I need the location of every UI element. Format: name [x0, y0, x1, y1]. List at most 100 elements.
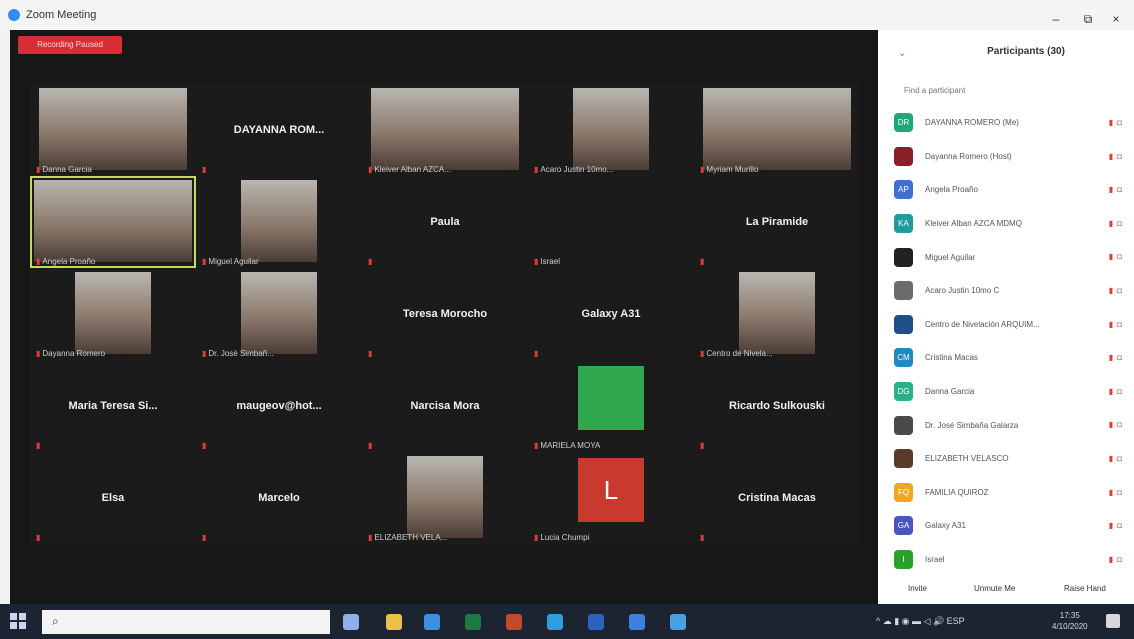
- participant-row[interactable]: Miguel Aguilar ▮ ◘: [894, 240, 1130, 274]
- invite-button[interactable]: Invite: [908, 584, 927, 593]
- start-button[interactable]: [10, 613, 28, 631]
- muted-mic-icon: ▮: [534, 165, 539, 174]
- window-title: Zoom Meeting: [26, 9, 97, 21]
- video-tile[interactable]: ▮ Kleiver Alban AZCA...: [362, 84, 528, 176]
- participant-row[interactable]: Dayanna Romero (Host) ▮ ◘: [894, 140, 1130, 174]
- participant-name: DAYANNA ROMERO (Me): [925, 118, 1019, 128]
- video-tile[interactable]: La Piramide ▮: [694, 176, 860, 268]
- video-tile[interactable]: ▮ Danna Garcia: [30, 84, 196, 176]
- taskbar-app-icon[interactable]: [670, 614, 686, 630]
- muted-mic-icon: ▮: [36, 533, 41, 542]
- taskbar-app-icon[interactable]: [465, 614, 481, 630]
- mic-status-icon: ▮: [1108, 386, 1114, 396]
- video-tile[interactable]: ▮ Dr. José Simbañ...: [196, 268, 362, 360]
- unmute-me-button[interactable]: Unmute Me: [974, 584, 1015, 593]
- taskbar-clock[interactable]: 17:35 4/10/2020: [1052, 610, 1088, 632]
- participant-name: Cristina Macas: [925, 353, 978, 363]
- close-button[interactable]: ×: [1106, 12, 1126, 26]
- video-status-icon: ◘: [1117, 118, 1122, 127]
- participant-search-input[interactable]: [904, 82, 1114, 98]
- participant-row[interactable]: Dr. José Simbaña Galarza ▮ ◘: [894, 408, 1130, 442]
- taskbar-app-icon[interactable]: [343, 614, 359, 630]
- participant-status-icons: ▮ ◘: [1109, 286, 1122, 295]
- tile-label: ▮: [202, 441, 206, 450]
- muted-mic-icon: ▮: [534, 349, 539, 358]
- participant-name-label: Centro de Nivela...: [706, 349, 773, 358]
- video-tile[interactable]: ▮ Israel: [528, 176, 694, 268]
- tile-label: ▮: [202, 165, 206, 174]
- video-tile[interactable]: ▮ Centro de Nivela...: [694, 268, 860, 360]
- participant-row[interactable]: GA Galaxy A31 ▮ ◘: [894, 509, 1130, 543]
- participant-row[interactable]: FQ FAMILIA QUIROZ ▮ ◘: [894, 476, 1130, 510]
- tile-label: ▮: [700, 533, 704, 542]
- mic-status-icon: ▮: [1108, 252, 1114, 262]
- participant-name-label: MARIELA MOYA: [540, 441, 601, 450]
- video-tile[interactable]: Ricardo Sulkouski ▮: [694, 360, 860, 452]
- participant-name: Kleiver Alban AZCA MDMQ: [925, 219, 1022, 229]
- muted-mic-icon: ▮: [202, 165, 207, 174]
- participant-avatar: AP: [894, 180, 913, 200]
- video-status-icon: ◘: [1117, 420, 1122, 430]
- video-tile[interactable]: Galaxy A31 ▮: [528, 268, 694, 360]
- tile-label: ▮: [36, 441, 40, 450]
- participant-avatar: [894, 449, 913, 469]
- muted-mic-icon: ▮: [202, 257, 207, 266]
- taskbar-app-icon[interactable]: [424, 614, 440, 630]
- notifications-icon[interactable]: [1106, 614, 1120, 628]
- video-tile[interactable]: ▮ Angela Proaño: [30, 176, 196, 268]
- video-tile[interactable]: ▮ Myriam Murillo: [694, 84, 860, 176]
- participant-status-icons: ▮ ◘: [1109, 219, 1122, 228]
- recording-paused-badge[interactable]: Recording Paused: [18, 36, 122, 54]
- video-tile[interactable]: Narcisa Mora ▮: [362, 360, 528, 452]
- participant-row[interactable]: DR DAYANNA ROMERO (Me) ▮ ◘: [894, 106, 1130, 140]
- taskbar-app-icon[interactable]: [629, 614, 645, 630]
- muted-mic-icon: ▮: [368, 349, 373, 358]
- video-status-icon: ◘: [1117, 386, 1122, 396]
- muted-mic-icon: ▮: [368, 441, 373, 450]
- video-tile[interactable]: Marcelo ▮: [196, 452, 362, 544]
- participant-status-icons: ▮ ◘: [1109, 555, 1122, 564]
- participant-row[interactable]: AP Angela Proaño ▮ ◘: [894, 173, 1130, 207]
- minimize-button[interactable]: –: [1046, 12, 1066, 26]
- mic-status-icon: ▮: [1108, 353, 1114, 363]
- participant-row[interactable]: Centro de Nivelación ARQUIM... ▮ ◘: [894, 308, 1130, 342]
- participant-row[interactable]: I Israel ▮ ◘: [894, 543, 1130, 577]
- zoom-app-icon: [8, 9, 20, 21]
- video-tile[interactable]: Elsa ▮: [30, 452, 196, 544]
- participant-row[interactable]: ELIZABETH VELASCO ▮ ◘: [894, 442, 1130, 476]
- video-tile[interactable]: ▮ Dayanna Romero: [30, 268, 196, 360]
- video-tile[interactable]: ▮ MARIELA MOYA: [528, 360, 694, 452]
- participant-row[interactable]: Acaro Justin 10mo C ▮ ◘: [894, 274, 1130, 308]
- video-tile[interactable]: ▮ Miguel Aguilar: [196, 176, 362, 268]
- participant-row[interactable]: CM Cristina Macas ▮ ◘: [894, 341, 1130, 375]
- video-tile[interactable]: Maria Teresa Si... ▮: [30, 360, 196, 452]
- taskbar-search-box[interactable]: ⌕: [42, 610, 330, 634]
- taskbar-app-icon[interactable]: [506, 614, 522, 630]
- taskbar-app-icon[interactable]: [547, 614, 563, 630]
- participant-avatar: CM: [894, 348, 913, 368]
- mic-status-icon: ▮: [1108, 285, 1114, 295]
- muted-mic-icon: ▮: [368, 165, 373, 174]
- maximize-button[interactable]: ⧉: [1078, 12, 1098, 27]
- taskbar-app-icon[interactable]: [386, 614, 402, 630]
- participant-name: FAMILIA QUIROZ: [925, 487, 989, 497]
- system-tray[interactable]: ^ ☁ ▮ ◉ ▬ ◁ 🔊 ESP: [876, 616, 965, 627]
- participant-name-label: Dayanna Romero: [42, 349, 106, 358]
- video-tile[interactable]: Cristina Macas ▮: [694, 452, 860, 544]
- tile-label: ▮ Acaro Justin 10mo...: [534, 165, 613, 174]
- participant-status-icons: ▮ ◘: [1109, 252, 1122, 261]
- video-tile[interactable]: maugeov@hot... ▮: [196, 360, 362, 452]
- participant-row[interactable]: DG Danna Garcia ▮ ◘: [894, 375, 1130, 409]
- video-tile[interactable]: DAYANNA ROM... ▮: [196, 84, 362, 176]
- raise-hand-button[interactable]: Raise Hand: [1064, 584, 1106, 593]
- mic-status-icon: ▮: [1108, 487, 1114, 497]
- video-tile[interactable]: Teresa Morocho ▮: [362, 268, 528, 360]
- participant-name-center: Marcelo: [258, 492, 300, 504]
- taskbar-app-icon[interactable]: [588, 614, 604, 630]
- video-tile[interactable]: ▮ Acaro Justin 10mo...: [528, 84, 694, 176]
- video-tile[interactable]: L ▮ Lucia Chumpi: [528, 452, 694, 544]
- participant-status-icons: ▮ ◘: [1109, 185, 1122, 194]
- video-tile[interactable]: ▮ ELIZABETH VELA...: [362, 452, 528, 544]
- video-tile[interactable]: Paula ▮: [362, 176, 528, 268]
- participant-row[interactable]: KA Kleiver Alban AZCA MDMQ ▮ ◘: [894, 207, 1130, 241]
